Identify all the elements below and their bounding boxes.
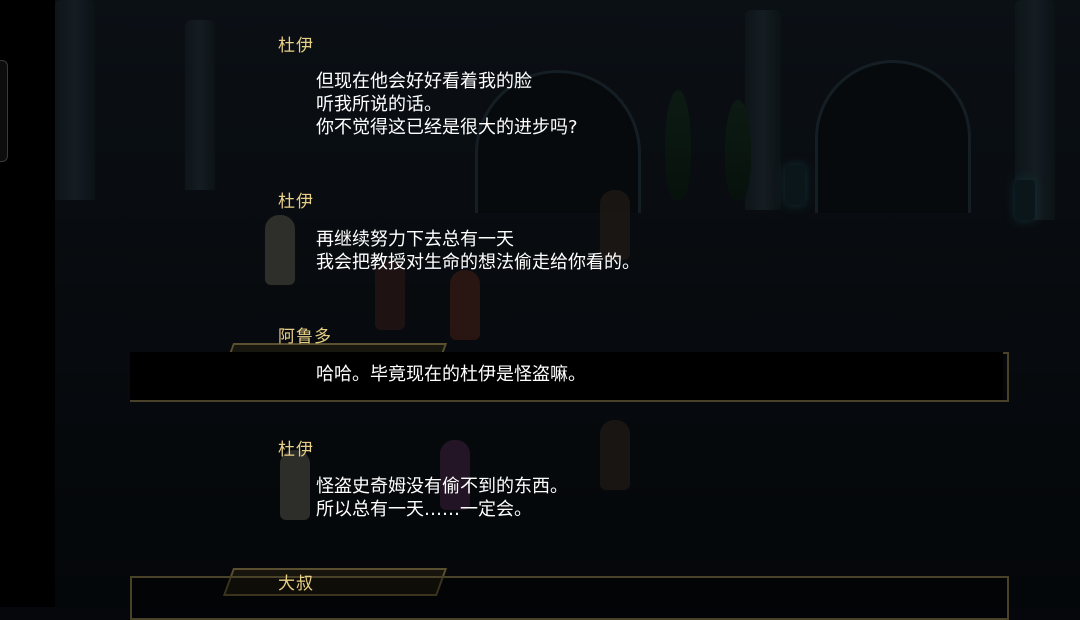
dialog-line: 我会把教授对生命的想法偷走给你看的。 [316,252,640,273]
dialog-line: 哈哈。毕竟现在的杜伊是怪盗嘛。 [316,364,586,385]
speaker-name: 阿鲁多 [278,327,332,347]
dialog-line: 怪盗史奇姆没有偷不到的东西。 [316,476,568,497]
speaker-name: 杜伊 [278,192,314,212]
speaker-name: 大叔 [278,574,314,594]
dialog-line: 听我所说的话。 [316,94,442,115]
speaker-name: 杜伊 [278,440,314,460]
dialog-line: 但现在他会好好看着我的脸 [316,71,532,92]
dialog-line: 再继续努力下去总有一天 [316,229,514,250]
dialog-line: 你不觉得这已经是很大的进步吗? [316,117,578,138]
dialog-log[interactable]: 杜伊 但现在他会好好看着我的脸 听我所说的话。 你不觉得这已经是很大的进步吗? … [0,0,1080,607]
dialog-line: 所以总有一天……一定会。 [316,499,532,520]
speaker-name: 杜伊 [278,36,314,56]
